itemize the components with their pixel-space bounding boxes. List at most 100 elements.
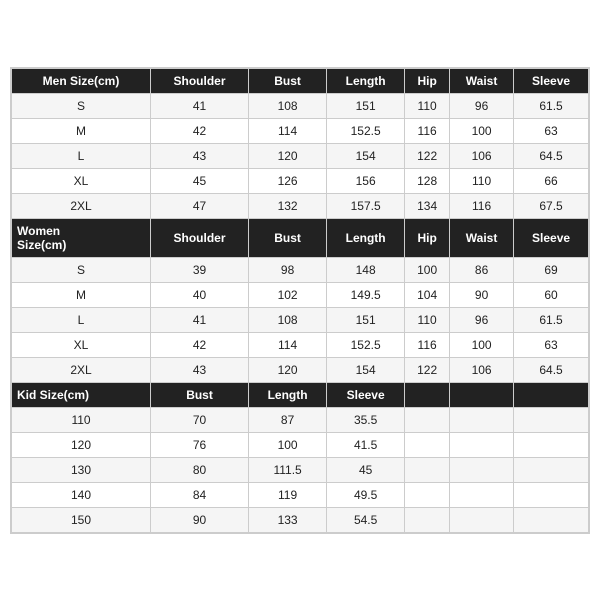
women-sleeve-xl: 63 [514, 332, 589, 357]
women-shoulder-l: 41 [151, 307, 249, 332]
men-shoulder-l: 43 [151, 143, 249, 168]
women-hip-2xl: 122 [405, 357, 450, 382]
kid-sleeve-120: 41.5 [327, 432, 405, 457]
men-length-s: 151 [327, 93, 405, 118]
men-size-xl: XL [12, 168, 151, 193]
men-waist-l: 106 [450, 143, 514, 168]
women-row-s: S 39 98 148 100 86 69 [12, 257, 589, 282]
women-bust-s: 98 [249, 257, 327, 282]
men-shoulder-m: 42 [151, 118, 249, 143]
kid-size-label: Kid Size(cm) [12, 382, 151, 407]
women-row-2xl: 2XL 43 120 154 122 106 64.5 [12, 357, 589, 382]
kid-col-bust: Bust [151, 382, 249, 407]
men-col-bust: Bust [249, 68, 327, 93]
kid-col-empty3 [514, 382, 589, 407]
men-hip-l: 122 [405, 143, 450, 168]
women-bust-l: 108 [249, 307, 327, 332]
women-size-m: M [12, 282, 151, 307]
men-bust-l: 120 [249, 143, 327, 168]
women-row-l: L 41 108 151 110 96 61.5 [12, 307, 589, 332]
men-waist-m: 100 [450, 118, 514, 143]
men-sleeve-l: 64.5 [514, 143, 589, 168]
kid-row-150: 150 90 133 54.5 [12, 507, 589, 532]
women-bust-m: 102 [249, 282, 327, 307]
women-col-waist: Waist [450, 218, 514, 257]
women-hip-xl: 116 [405, 332, 450, 357]
kid-length-120: 100 [249, 432, 327, 457]
men-row-2xl: 2XL 47 132 157.5 134 116 67.5 [12, 193, 589, 218]
men-row-xl: XL 45 126 156 128 110 66 [12, 168, 589, 193]
men-sleeve-2xl: 67.5 [514, 193, 589, 218]
men-bust-s: 108 [249, 93, 327, 118]
kid-bust-140: 84 [151, 482, 249, 507]
women-size-xl: XL [12, 332, 151, 357]
men-hip-2xl: 134 [405, 193, 450, 218]
women-sleeve-s: 69 [514, 257, 589, 282]
women-length-l: 151 [327, 307, 405, 332]
kid-length-130: 111.5 [249, 457, 327, 482]
men-header-row: Men Size(cm) Shoulder Bust Length Hip Wa… [12, 68, 589, 93]
women-sleeve-l: 61.5 [514, 307, 589, 332]
women-shoulder-2xl: 43 [151, 357, 249, 382]
size-chart: Men Size(cm) Shoulder Bust Length Hip Wa… [10, 67, 590, 534]
men-hip-s: 110 [405, 93, 450, 118]
women-col-hip: Hip [405, 218, 450, 257]
kid-sleeve-110: 35.5 [327, 407, 405, 432]
women-row-m: M 40 102 149.5 104 90 60 [12, 282, 589, 307]
women-col-length: Length [327, 218, 405, 257]
women-bust-2xl: 120 [249, 357, 327, 382]
kid-row-120: 120 76 100 41.5 [12, 432, 589, 457]
men-bust-2xl: 132 [249, 193, 327, 218]
kid-size-150: 150 [12, 507, 151, 532]
kid-col-sleeve: Sleeve [327, 382, 405, 407]
kid-size-140: 140 [12, 482, 151, 507]
kid-bust-110: 70 [151, 407, 249, 432]
men-size-label: Men Size(cm) [12, 68, 151, 93]
women-col-sleeve: Sleeve [514, 218, 589, 257]
kid-size-120: 120 [12, 432, 151, 457]
women-bust-xl: 114 [249, 332, 327, 357]
men-length-l: 154 [327, 143, 405, 168]
kid-length-140: 119 [249, 482, 327, 507]
kid-length-150: 133 [249, 507, 327, 532]
men-sleeve-m: 63 [514, 118, 589, 143]
men-size-m: M [12, 118, 151, 143]
kid-row-140: 140 84 119 49.5 [12, 482, 589, 507]
women-header-row: WomenSize(cm) Shoulder Bust Length Hip W… [12, 218, 589, 257]
men-waist-xl: 110 [450, 168, 514, 193]
kid-bust-120: 76 [151, 432, 249, 457]
kid-size-130: 130 [12, 457, 151, 482]
men-sleeve-s: 61.5 [514, 93, 589, 118]
kid-sleeve-130: 45 [327, 457, 405, 482]
men-sleeve-xl: 66 [514, 168, 589, 193]
men-hip-m: 116 [405, 118, 450, 143]
women-size-l: L [12, 307, 151, 332]
women-waist-xl: 100 [450, 332, 514, 357]
women-hip-s: 100 [405, 257, 450, 282]
men-length-2xl: 157.5 [327, 193, 405, 218]
men-row-s: S 41 108 151 110 96 61.5 [12, 93, 589, 118]
women-size-label: WomenSize(cm) [12, 218, 151, 257]
men-size-l: L [12, 143, 151, 168]
women-length-m: 149.5 [327, 282, 405, 307]
women-waist-m: 90 [450, 282, 514, 307]
men-shoulder-xl: 45 [151, 168, 249, 193]
kid-sleeve-150: 54.5 [327, 507, 405, 532]
kid-size-110: 110 [12, 407, 151, 432]
women-shoulder-xl: 42 [151, 332, 249, 357]
women-hip-m: 104 [405, 282, 450, 307]
women-row-xl: XL 42 114 152.5 116 100 63 [12, 332, 589, 357]
men-col-sleeve: Sleeve [514, 68, 589, 93]
women-shoulder-s: 39 [151, 257, 249, 282]
men-hip-xl: 128 [405, 168, 450, 193]
men-shoulder-2xl: 47 [151, 193, 249, 218]
men-bust-m: 114 [249, 118, 327, 143]
women-sleeve-m: 60 [514, 282, 589, 307]
kid-row-130: 130 80 111.5 45 [12, 457, 589, 482]
women-length-xl: 152.5 [327, 332, 405, 357]
men-length-m: 152.5 [327, 118, 405, 143]
men-bust-xl: 126 [249, 168, 327, 193]
women-size-s: S [12, 257, 151, 282]
kid-bust-150: 90 [151, 507, 249, 532]
men-row-l: L 43 120 154 122 106 64.5 [12, 143, 589, 168]
